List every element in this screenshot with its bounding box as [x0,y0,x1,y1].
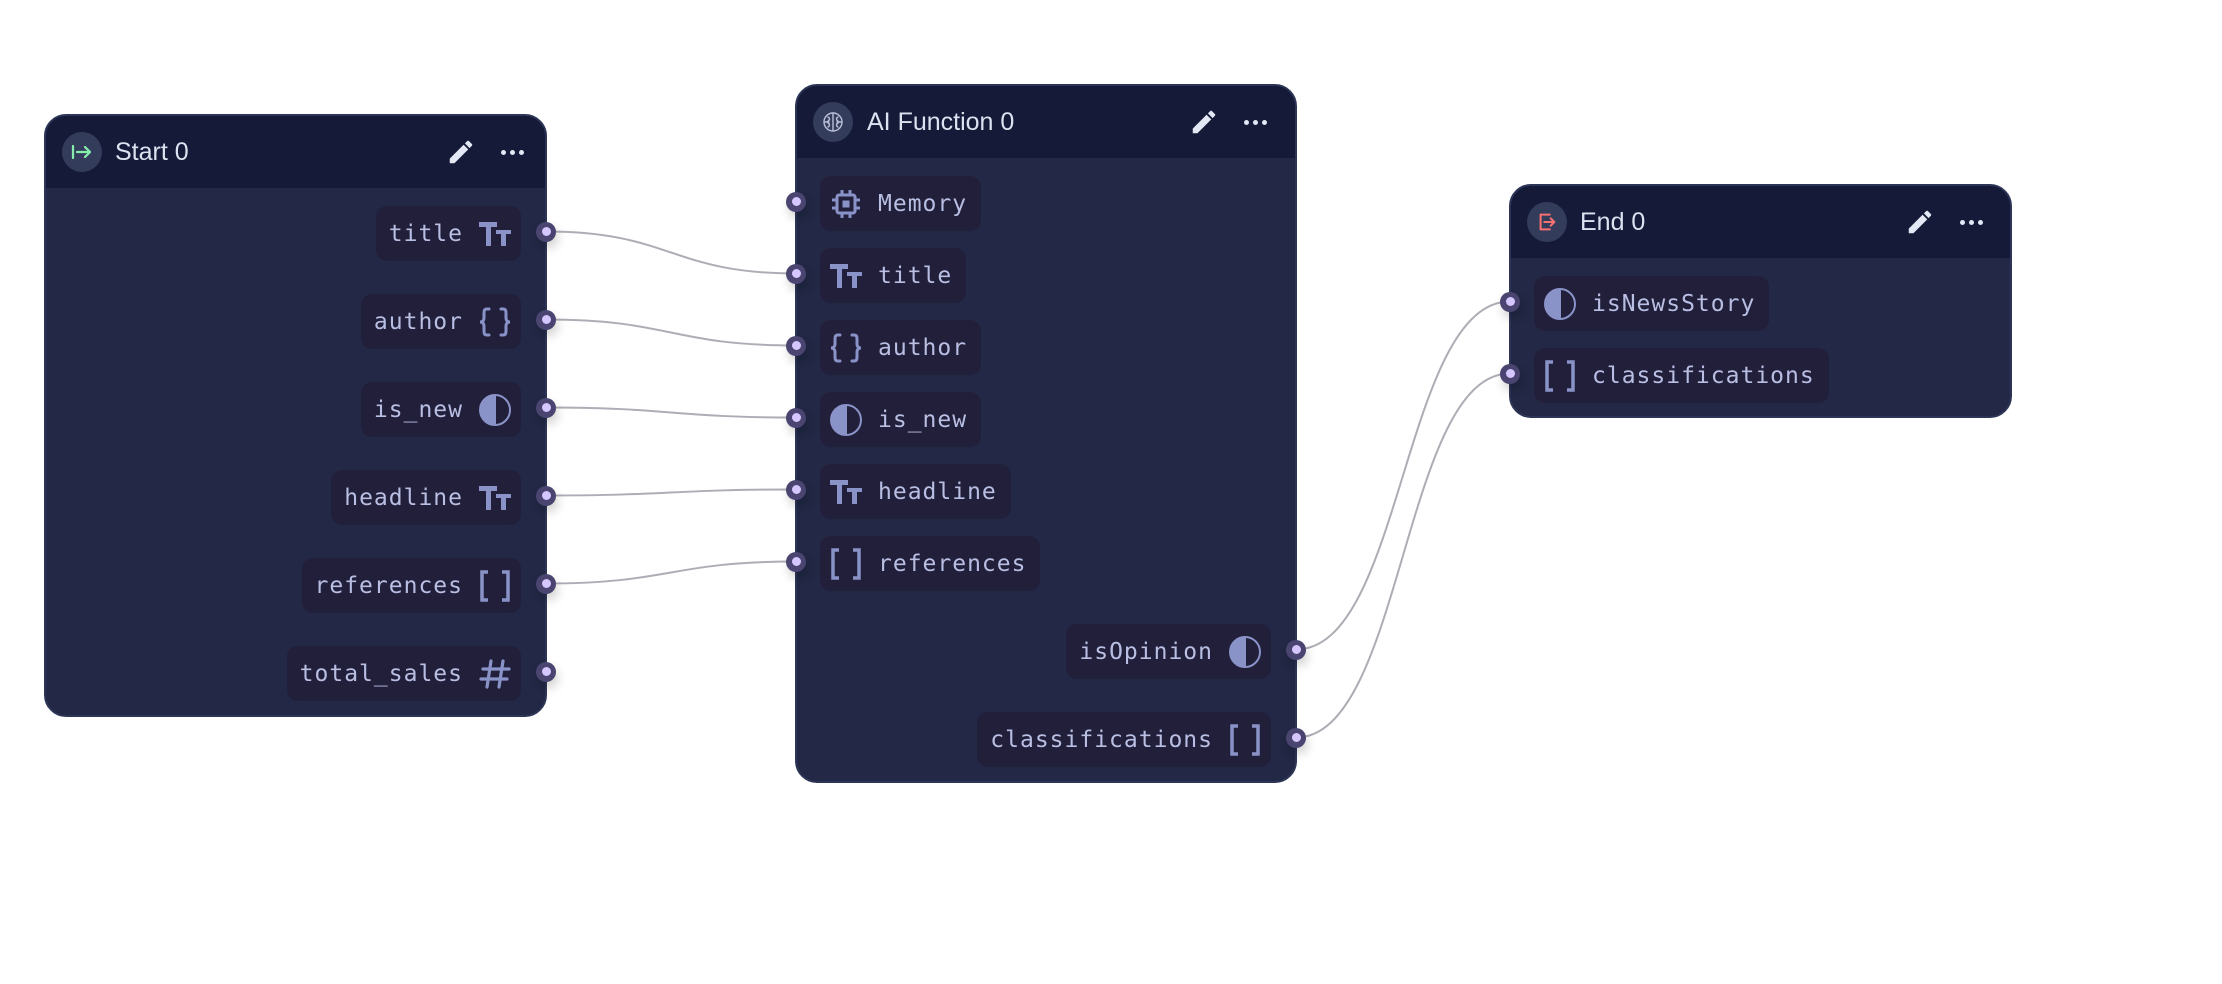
hash-icon [477,656,513,692]
edge-ai_function-classifications-to-end-classifications[interactable] [1295,372,1511,739]
handle-ai_function-isopinion[interactable] [1286,639,1306,660]
port-is-new[interactable]: is_new [820,392,982,447]
port-label: title [878,262,953,289]
handle-ai_function-title[interactable] [786,263,806,284]
port-headline[interactable]: headline [331,470,521,525]
handle-ai_function-classifications[interactable] [1286,727,1306,748]
port-label: isOpinion [1079,638,1213,665]
handle-ai_function-is_new[interactable] [786,407,806,428]
port-label: author [373,308,463,335]
braces-icon [477,304,513,340]
edge-start-author-to-ai_function-author[interactable] [545,318,797,347]
text-type-icon [477,480,513,516]
handle-ai_function-headline[interactable] [786,479,806,500]
port-label: is_new [878,406,968,433]
node-title: Start 0 [115,138,189,166]
port-label: total_sales [299,660,463,687]
port-label: Memory [878,190,968,217]
port-label: classifications [990,726,1213,753]
pencil-icon [1908,210,1932,234]
handle-start-author[interactable] [536,309,556,330]
port-isopinion[interactable]: isOpinion [1066,624,1271,679]
port-label: references [314,572,463,599]
start-node-header[interactable]: Start 0 [46,116,545,188]
port-label: references [878,550,1027,577]
half-circle-icon [828,402,864,438]
port-label: headline [878,478,997,505]
more-options-button[interactable] [497,137,527,167]
end-node-header[interactable]: End 0 [1511,186,2010,258]
handle-start-title[interactable] [536,221,556,242]
handle-start-headline[interactable] [536,485,556,506]
handle-end-classifications[interactable] [1500,363,1520,384]
edge-start-is_new-to-ai_function-is_new[interactable] [545,406,797,419]
node-title: End 0 [1580,208,1646,236]
port-author[interactable]: author [820,320,982,375]
port-author[interactable]: author [360,294,521,349]
start-node[interactable]: Start 0 title author is_new headline referen… [44,114,547,717]
handle-start-total_sales[interactable] [536,661,556,682]
brackets-icon [1227,722,1263,758]
port-references[interactable]: references [820,536,1041,591]
text-type-icon [477,216,513,252]
text-type-icon [828,258,864,294]
chip-icon [828,186,864,222]
edge-start-title-to-ai_function-title[interactable] [545,230,797,275]
port-label: title [388,220,463,247]
port-isnewsstory[interactable]: isNewsStory [1534,276,1770,331]
half-circle-icon [1227,634,1263,670]
brackets-icon [828,546,864,582]
edge-start-headline-to-ai_function-headline[interactable] [545,488,797,497]
port-references[interactable]: references [301,558,521,613]
ai-function-node[interactable]: AI Function 0 Memory title author is_newhea… [795,84,1297,783]
port-label: headline [344,484,463,511]
arrow-right-from-line-icon [62,132,102,172]
edit-node-button[interactable] [446,137,476,167]
more-options-button[interactable] [1240,107,1270,137]
port-title[interactable]: title [820,248,967,303]
handle-ai_function-memory[interactable] [786,191,806,212]
port-label: classifications [1592,362,1815,389]
port-is-new[interactable]: is_new [360,382,521,437]
port-label: isNewsStory [1592,290,1756,317]
half-circle-icon [1542,286,1578,322]
port-headline[interactable]: headline [820,464,1011,519]
edit-node-button[interactable] [1189,107,1219,137]
text-type-icon [828,474,864,510]
edit-node-button[interactable] [1905,207,1935,237]
pencil-icon [1192,110,1216,134]
end-node[interactable]: End 0 isNewsStory classifications [1509,184,2012,418]
port-total-sales[interactable]: total_sales [286,646,521,701]
handle-start-is_new[interactable] [536,397,556,418]
port-label: author [878,334,968,361]
port-classifications[interactable]: classifications [977,712,1271,767]
more-options-button[interactable] [1956,207,1986,237]
port-label: is_new [373,396,463,423]
ai-function-node-header[interactable]: AI Function 0 [797,86,1295,158]
handle-end-isnewsstory[interactable] [1500,291,1520,312]
brackets-icon [1542,358,1578,394]
half-circle-icon [477,392,513,428]
node-title: AI Function 0 [867,108,1015,136]
braces-icon [828,330,864,366]
edge-start-references-to-ai_function-references[interactable] [545,560,797,585]
port-title[interactable]: title [375,206,521,261]
handle-start-references[interactable] [536,573,556,594]
brain-icon [813,102,853,142]
pencil-icon [449,140,473,164]
port-memory[interactable]: Memory [820,176,982,231]
exit-icon [1527,202,1567,242]
handle-ai_function-author[interactable] [786,335,806,356]
handle-ai_function-references[interactable] [786,551,806,572]
edge-ai_function-isOpinion-to-end-isNewsStory[interactable] [1295,300,1511,651]
brackets-icon [477,568,513,604]
port-classifications[interactable]: classifications [1534,348,1829,403]
